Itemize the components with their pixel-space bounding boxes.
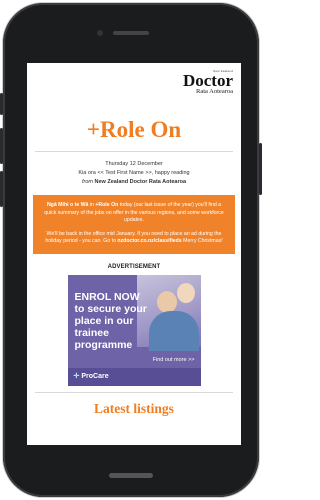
- procare-plus-icon: ✛: [73, 372, 80, 380]
- nz-doctor-logo[interactable]: New Zealand Doctor Rata Aotearoa: [183, 69, 233, 96]
- ad-footer: ✛ ProCare: [67, 367, 201, 386]
- speaker-grille: [113, 31, 149, 35]
- ad-headline: ENROL NOW to secure your place in our tr…: [74, 290, 147, 351]
- issue-date: Thursday 12 December: [105, 161, 163, 167]
- home-indicator: [109, 473, 153, 478]
- figure-body: [148, 310, 199, 351]
- mute-switch: [0, 93, 3, 115]
- divider-2: [35, 391, 233, 393]
- find-out-more-link[interactable]: Find out more >>: [153, 357, 195, 363]
- notice-brand: +Role On: [95, 202, 119, 208]
- divider: [35, 151, 233, 152]
- classifieds-link[interactable]: nzdoctor.co.nz/classifieds: [117, 238, 181, 244]
- intro-block: Thursday 12 December Kia ora << Test Fir…: [27, 160, 241, 187]
- notice-sign-off: Merry Christmas!: [181, 238, 223, 245]
- notice-paragraph-1: Ngā Mihi o te Wā in +Role On today (our …: [41, 202, 227, 225]
- procare-ad-banner[interactable]: ENROL NOW to secure your place in our tr…: [67, 274, 201, 386]
- holiday-notice: Ngā Mihi o te Wā in +Role On today (our …: [33, 195, 235, 254]
- from-line: from New Zealand Doctor Rata Aotearoa: [27, 178, 241, 187]
- volume-down-button: [0, 171, 3, 207]
- notice-greeting: Ngā Mihi o te Wā: [46, 202, 89, 208]
- greeting: Kia ora << Test First Name >>, happy rea…: [78, 170, 190, 176]
- doctor-figure: [176, 282, 195, 303]
- child-figure: [156, 290, 177, 313]
- from-name: New Zealand Doctor Rata Aotearoa: [94, 179, 186, 185]
- logo-main-text: Doctor: [182, 71, 233, 90]
- notice-paragraph-2: We'll be back in the office mid January.…: [41, 231, 227, 246]
- email-screen[interactable]: New Zealand Doctor Rata Aotearoa +Role O…: [27, 63, 241, 445]
- procare-brand-text: ProCare: [81, 372, 109, 380]
- newsletter-title: +Role On: [86, 117, 182, 142]
- phone-frame: New Zealand Doctor Rata Aotearoa +Role O…: [0, 3, 262, 497]
- latest-listings-heading: Latest listings: [94, 400, 174, 416]
- procare-logo: ✛ ProCare: [74, 373, 109, 381]
- front-camera: [97, 30, 103, 36]
- from-prefix: from: [81, 179, 93, 185]
- volume-up-button: [0, 128, 3, 164]
- advertisement-label: ADVERTISEMENT: [107, 263, 161, 270]
- masthead: New Zealand Doctor Rata Aotearoa: [27, 63, 241, 103]
- power-button: [259, 143, 262, 195]
